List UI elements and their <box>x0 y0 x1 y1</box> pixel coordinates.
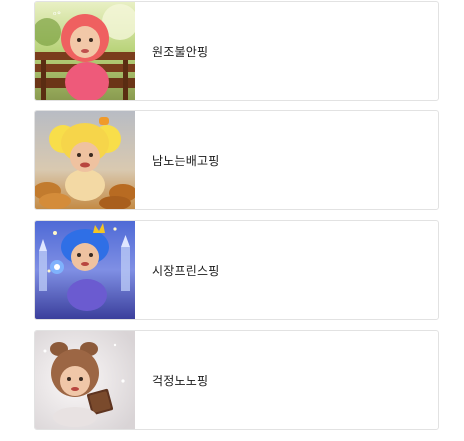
thumbnail-image <box>35 111 135 209</box>
list-item[interactable]: 시장프린스핑 <box>34 220 439 320</box>
item-label: 시장프린스핑 <box>152 263 220 278</box>
list-item[interactable]: 걱정노노핑 <box>34 330 439 430</box>
item-label: 남노는배고핑 <box>152 153 220 168</box>
character-list: ᵒ° 원조불안핑 남노는배고핑 시장프린스핑 걱정노노핑 <box>0 0 464 441</box>
list-item[interactable]: 남노는배고핑 <box>34 110 439 210</box>
item-label: 원조불안핑 <box>152 44 209 59</box>
svg-text:ᵒ°: ᵒ° <box>53 11 61 21</box>
thumbnail-image <box>35 221 135 319</box>
list-item[interactable]: ᵒ° 원조불안핑 <box>34 1 439 101</box>
thumbnail-image: ᵒ° <box>35 2 135 100</box>
thumbnail-image <box>35 331 135 429</box>
item-label: 걱정노노핑 <box>152 373 209 388</box>
